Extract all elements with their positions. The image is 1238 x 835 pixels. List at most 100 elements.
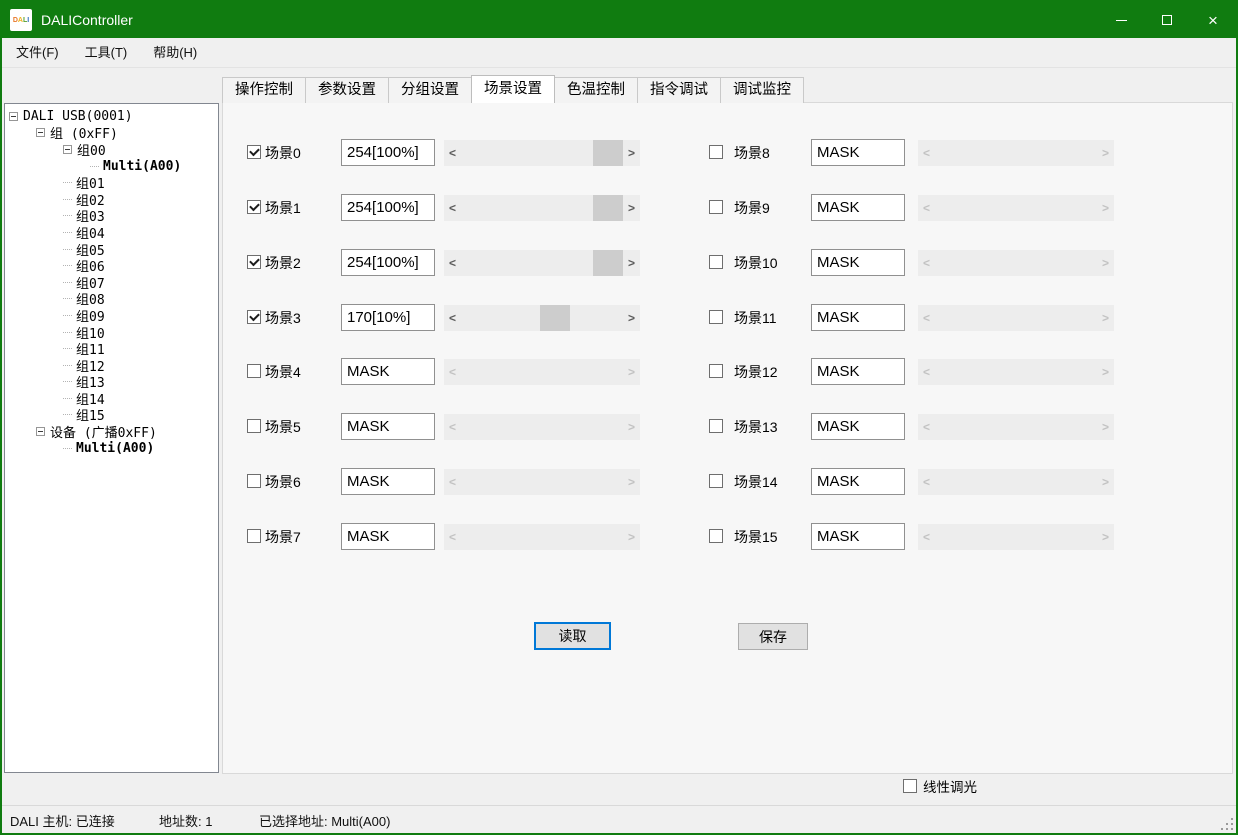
read-button[interactable]: 读取 [534, 622, 611, 650]
chevron-left-icon[interactable]: < [444, 414, 461, 440]
scene-7-value-input[interactable] [341, 523, 435, 550]
scene-13-level-scrollbar[interactable]: <> [918, 414, 1114, 440]
scene-2-level-scrollbar[interactable]: <> [444, 250, 640, 276]
scene-14-level-scrollbar[interactable]: <> [918, 469, 1114, 495]
scene-13-value-input[interactable] [811, 413, 905, 440]
chevron-left-icon[interactable]: < [444, 524, 461, 550]
tab-3[interactable]: 场景设置 [471, 75, 555, 103]
tree-item-1[interactable]: 组 (0xFF) [5, 125, 218, 142]
linear-dimming-checkbox[interactable] [903, 779, 917, 793]
tab-2[interactable]: 分组设置 [388, 77, 472, 103]
chevron-left-icon[interactable]: < [918, 140, 935, 166]
menu-item-2[interactable]: 帮助(H) [140, 39, 210, 67]
chevron-right-icon[interactable]: > [623, 414, 640, 440]
scene-9-level-scrollbar[interactable]: <> [918, 195, 1114, 221]
tree-item-6[interactable]: 组03 [5, 208, 218, 225]
scene-3-value-input[interactable] [341, 304, 435, 331]
menu-item-0[interactable]: 文件(F) [3, 39, 72, 67]
minus-box-icon[interactable] [36, 427, 45, 436]
scene-12-value-input[interactable] [811, 358, 905, 385]
scene-3-level-scrollbar[interactable]: <> [444, 305, 640, 331]
chevron-left-icon[interactable]: < [918, 469, 935, 495]
tab-6[interactable]: 调试监控 [720, 77, 804, 103]
scene-8-level-scrollbar[interactable]: <> [918, 140, 1114, 166]
resize-grip-icon[interactable] [1221, 818, 1233, 830]
scene-10-value-input[interactable] [811, 249, 905, 276]
tree-item-11[interactable]: 组08 [5, 291, 218, 308]
chevron-left-icon[interactable]: < [918, 305, 935, 331]
tree-item-13[interactable]: 组10 [5, 324, 218, 341]
tree-item-7[interactable]: 组04 [5, 224, 218, 241]
scene-2-value-input[interactable] [341, 249, 435, 276]
chevron-left-icon[interactable]: < [444, 140, 461, 166]
scene-1-level-scrollbar[interactable]: <> [444, 195, 640, 221]
scene-15-value-input[interactable] [811, 523, 905, 550]
scene-7-checkbox[interactable] [247, 529, 261, 543]
scene-0-level-scrollbar[interactable]: <> [444, 140, 640, 166]
scene-1-value-input[interactable] [341, 194, 435, 221]
scene-10-checkbox[interactable] [709, 255, 723, 269]
chevron-left-icon[interactable]: < [444, 250, 461, 276]
scene-12-level-scrollbar[interactable]: <> [918, 359, 1114, 385]
chevron-right-icon[interactable]: > [1097, 140, 1114, 166]
scene-5-value-input[interactable] [341, 413, 435, 440]
tree-item-18[interactable]: 组15 [5, 407, 218, 424]
scene-11-value-input[interactable] [811, 304, 905, 331]
tree-item-5[interactable]: 组02 [5, 191, 218, 208]
scene-15-checkbox[interactable] [709, 529, 723, 543]
chevron-right-icon[interactable]: > [1097, 524, 1114, 550]
scene-15-level-scrollbar[interactable]: <> [918, 524, 1114, 550]
maximize-button[interactable] [1144, 2, 1190, 38]
scene-14-value-input[interactable] [811, 468, 905, 495]
scrollbar-thumb[interactable] [593, 195, 623, 221]
tab-1[interactable]: 参数设置 [305, 77, 389, 103]
tree-item-4[interactable]: 组01 [5, 174, 218, 191]
scene-10-level-scrollbar[interactable]: <> [918, 250, 1114, 276]
chevron-right-icon[interactable]: > [623, 250, 640, 276]
scene-8-checkbox[interactable] [709, 145, 723, 159]
scene-14-checkbox[interactable] [709, 474, 723, 488]
scene-6-level-scrollbar[interactable]: <> [444, 469, 640, 495]
chevron-right-icon[interactable]: > [623, 469, 640, 495]
tree-item-19[interactable]: 设备 (广播0xFF) [5, 423, 218, 440]
scene-8-value-input[interactable] [811, 139, 905, 166]
minimize-button[interactable] [1098, 2, 1144, 38]
chevron-left-icon[interactable]: < [918, 195, 935, 221]
tree-item-9[interactable]: 组06 [5, 257, 218, 274]
scene-11-checkbox[interactable] [709, 310, 723, 324]
tree-item-15[interactable]: 组12 [5, 357, 218, 374]
tree-item-2[interactable]: 组00 [5, 141, 218, 158]
minus-box-icon[interactable] [63, 145, 72, 154]
chevron-left-icon[interactable]: < [918, 359, 935, 385]
chevron-left-icon[interactable]: < [444, 195, 461, 221]
scene-4-level-scrollbar[interactable]: <> [444, 359, 640, 385]
scene-9-value-input[interactable] [811, 194, 905, 221]
scene-5-level-scrollbar[interactable]: <> [444, 414, 640, 440]
chevron-right-icon[interactable]: > [1097, 250, 1114, 276]
scrollbar-thumb[interactable] [593, 250, 623, 276]
chevron-right-icon[interactable]: > [623, 140, 640, 166]
scene-1-checkbox[interactable] [247, 200, 261, 214]
chevron-left-icon[interactable]: < [444, 359, 461, 385]
menu-item-1[interactable]: 工具(T) [72, 39, 141, 67]
scene-4-checkbox[interactable] [247, 364, 261, 378]
scene-3-checkbox[interactable] [247, 310, 261, 324]
chevron-right-icon[interactable]: > [623, 524, 640, 550]
scene-0-checkbox[interactable] [247, 145, 261, 159]
tree-item-14[interactable]: 组11 [5, 340, 218, 357]
chevron-left-icon[interactable]: < [918, 250, 935, 276]
minus-box-icon[interactable] [9, 112, 18, 121]
scene-7-level-scrollbar[interactable]: <> [444, 524, 640, 550]
chevron-right-icon[interactable]: > [1097, 305, 1114, 331]
scene-11-level-scrollbar[interactable]: <> [918, 305, 1114, 331]
minus-box-icon[interactable] [36, 128, 45, 137]
scrollbar-thumb[interactable] [540, 305, 570, 331]
scene-13-checkbox[interactable] [709, 419, 723, 433]
chevron-right-icon[interactable]: > [623, 305, 640, 331]
chevron-right-icon[interactable]: > [1097, 195, 1114, 221]
scene-2-checkbox[interactable] [247, 255, 261, 269]
tree-item-10[interactable]: 组07 [5, 274, 218, 291]
scene-6-checkbox[interactable] [247, 474, 261, 488]
tab-0[interactable]: 操作控制 [222, 77, 306, 103]
scene-12-checkbox[interactable] [709, 364, 723, 378]
